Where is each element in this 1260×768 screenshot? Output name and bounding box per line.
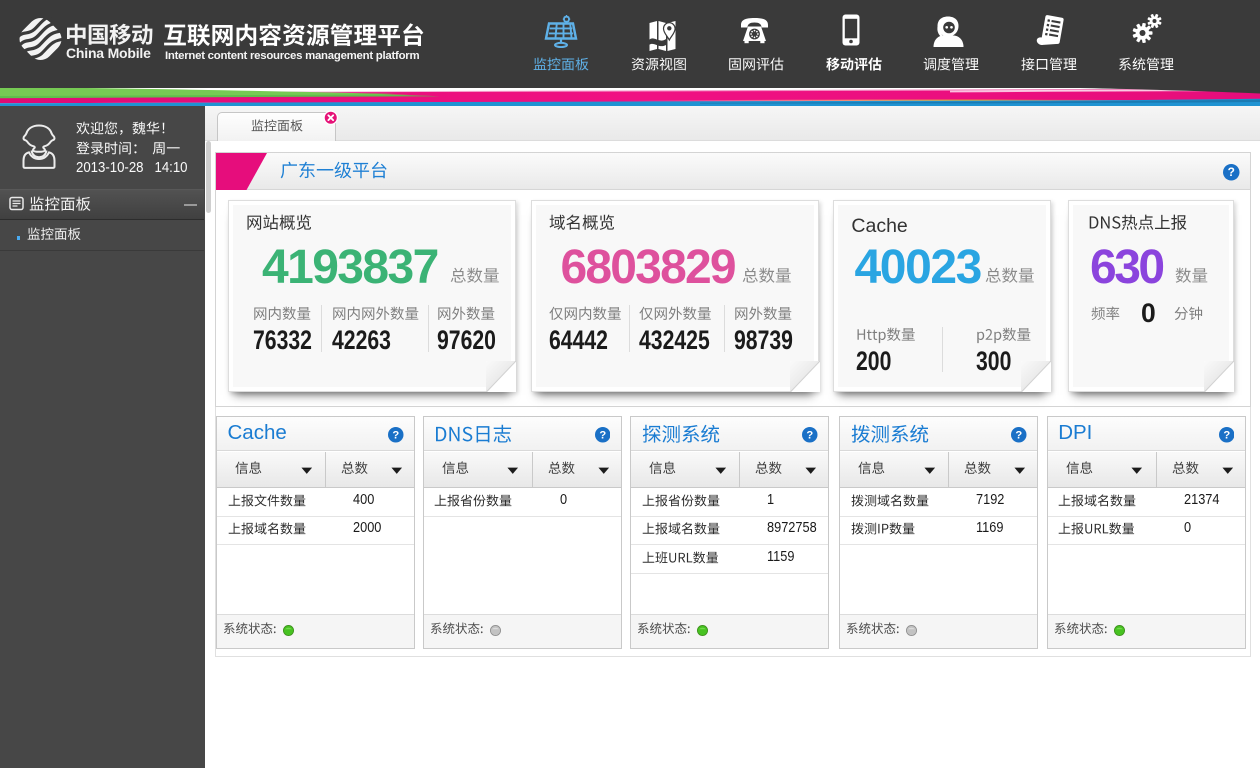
svg-text:?: ? bbox=[1015, 430, 1022, 442]
svg-text:?: ? bbox=[599, 430, 606, 442]
svg-text:?: ? bbox=[1228, 165, 1235, 179]
svg-text:?: ? bbox=[392, 430, 399, 442]
svg-text:?: ? bbox=[1223, 430, 1230, 442]
svg-text:?: ? bbox=[807, 430, 814, 442]
